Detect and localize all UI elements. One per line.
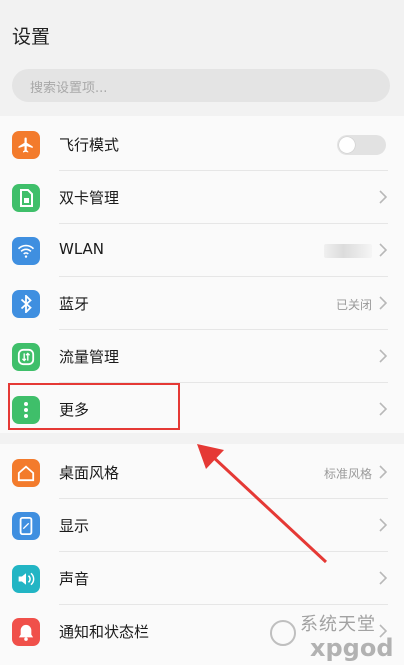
watermark: 系统天堂 xpgod: [270, 604, 404, 665]
display-icon: [12, 512, 40, 540]
wifi-icon: [12, 237, 40, 265]
watermark-text: 系统天堂: [300, 614, 376, 635]
settings-item-label: 桌面风格: [59, 464, 120, 482]
settings-item-wlan[interactable]: WLAN: [0, 224, 404, 277]
chevron-right-icon: [379, 571, 388, 585]
chevron-right-icon: [379, 465, 388, 479]
wlan-network-name-blurred: [324, 244, 372, 258]
chevron-right-icon: [379, 518, 388, 532]
bluetooth-icon: [12, 290, 40, 318]
settings-item-sound[interactable]: 声音: [0, 552, 404, 605]
home-style-icon: [12, 459, 40, 487]
chevron-right-icon: [379, 349, 388, 363]
settings-item-label: 通知和状态栏: [59, 623, 150, 641]
chevron-right-icon: [379, 402, 388, 416]
search-input[interactable]: 搜索设置项...: [12, 69, 390, 102]
settings-item-label: 流量管理: [59, 348, 120, 366]
settings-item-bluetooth[interactable]: 蓝牙 已关闭: [0, 277, 404, 330]
settings-item-home-style[interactable]: 桌面风格 标准风格: [0, 446, 404, 499]
airplane-icon: [12, 131, 40, 159]
settings-item-dual-sim[interactable]: 双卡管理: [0, 171, 404, 224]
settings-item-display[interactable]: 显示: [0, 499, 404, 552]
data-usage-icon: [12, 343, 40, 371]
toggle-knob: [339, 137, 355, 153]
settings-item-airplane-mode[interactable]: 飞行模式: [0, 118, 404, 171]
settings-item-label: WLAN: [59, 240, 105, 258]
header: 设置 搜索设置项...: [0, 0, 404, 108]
chevron-right-icon: [379, 190, 388, 204]
notification-icon: [12, 618, 40, 646]
page-title: 设置: [12, 26, 51, 48]
settings-item-label: 显示: [59, 517, 90, 535]
settings-item-label: 蓝牙: [59, 295, 90, 313]
settings-item-label: 飞行模式: [59, 136, 120, 154]
watermark-sub: xpgod: [310, 634, 394, 662]
sound-icon: [12, 565, 40, 593]
settings-item-label: 双卡管理: [59, 189, 120, 207]
highlight-box-more: [8, 383, 180, 430]
chevron-right-icon: [379, 243, 388, 257]
search-placeholder: 搜索设置项...: [30, 81, 108, 96]
settings-item-data-usage[interactable]: 流量管理: [0, 330, 404, 383]
watermark-logo-icon: [270, 620, 296, 646]
chevron-right-icon: [379, 296, 388, 310]
home-style-value: 标准风格: [323, 467, 372, 481]
settings-item-label: 声音: [59, 570, 90, 588]
sim-card-icon: [12, 184, 40, 212]
airplane-mode-toggle[interactable]: [337, 135, 386, 155]
bluetooth-status: 已关闭: [335, 298, 372, 312]
